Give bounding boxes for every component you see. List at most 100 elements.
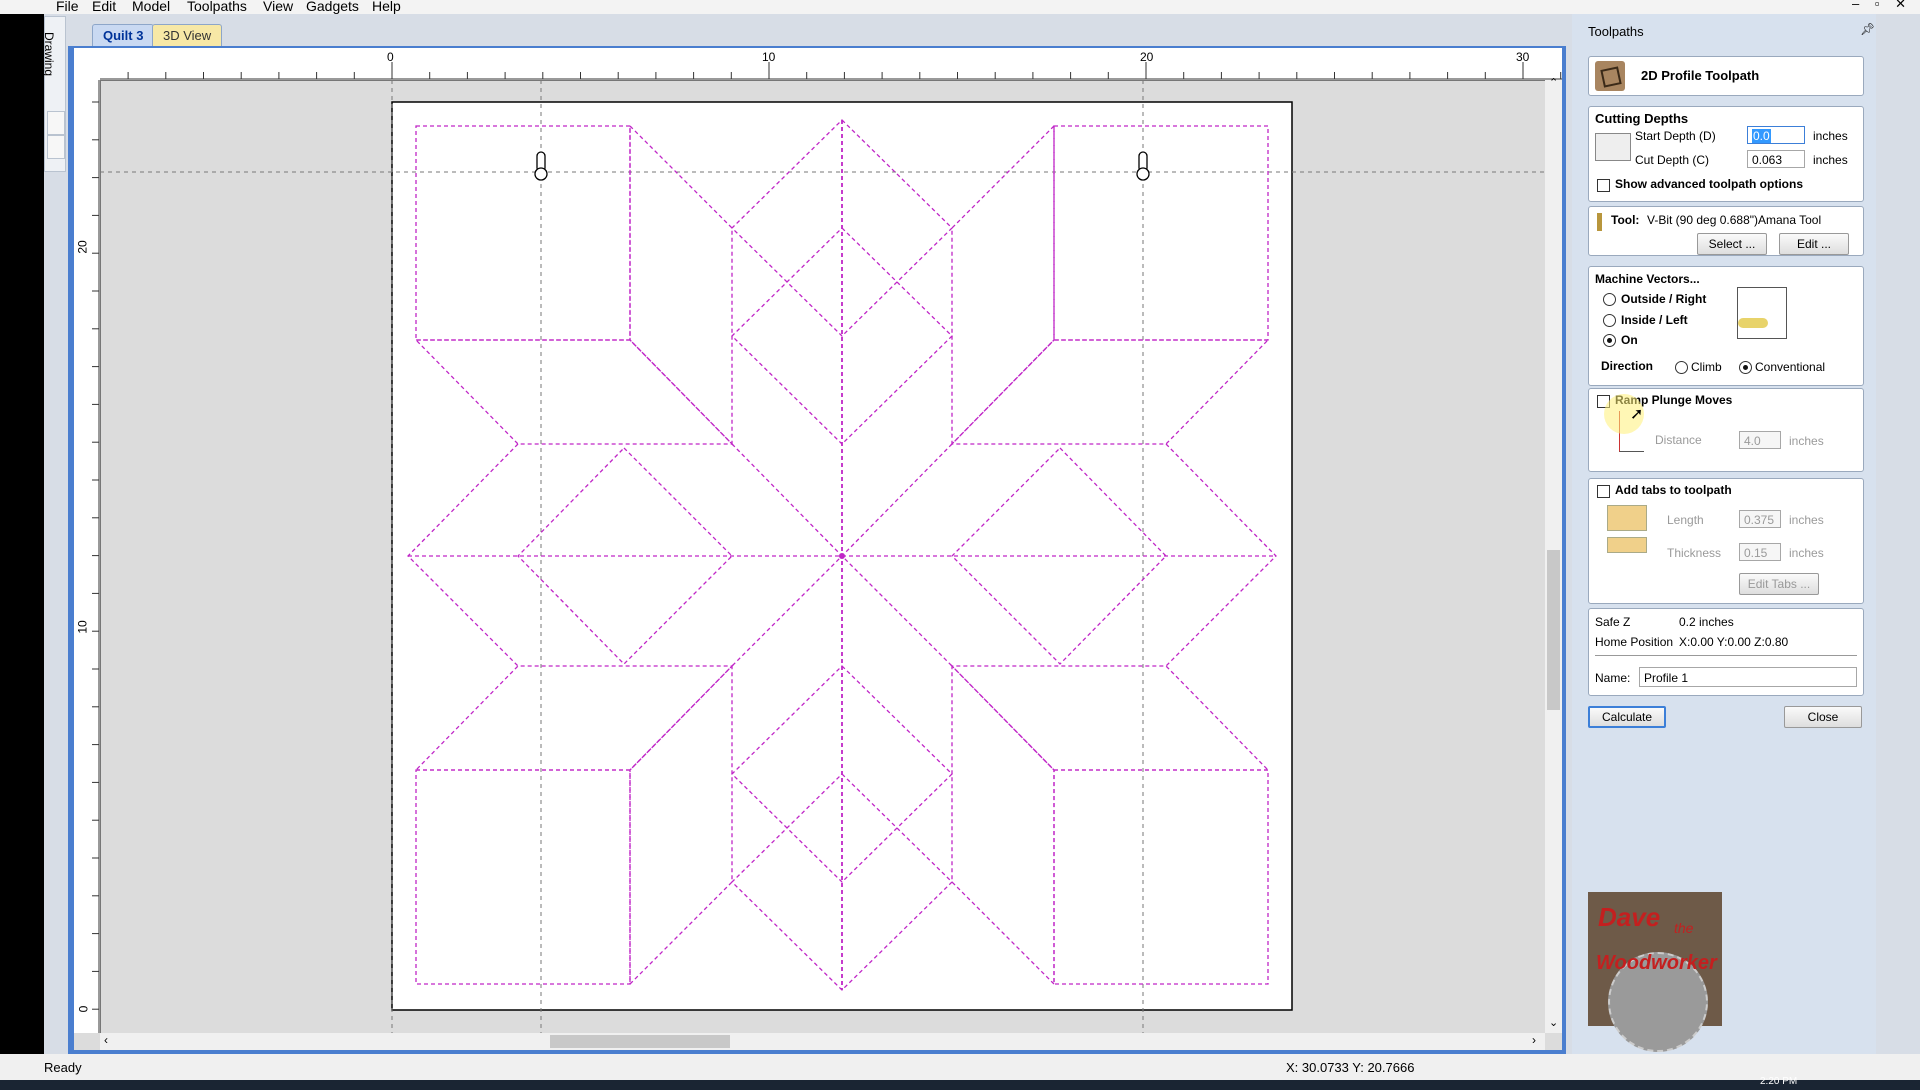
direction-label: Direction xyxy=(1601,359,1654,373)
panel-title: Toolpaths xyxy=(1588,24,1644,39)
tab-thickness-icon xyxy=(1607,537,1647,553)
safe-z-group: Safe Z 0.2 inches Home Position X:0.00 Y… xyxy=(1588,608,1864,696)
tab-thickness-label: Thickness xyxy=(1667,546,1722,560)
vbit-icon xyxy=(1597,213,1602,231)
ramp-distance-units: inches xyxy=(1789,434,1824,448)
channel-logo: Dave the Woodworker xyxy=(1588,892,1722,1052)
quilt-drawing[interactable] xyxy=(100,80,1545,1033)
conventional-label[interactable]: Conventional xyxy=(1755,360,1825,374)
safe-z-label: Safe Z xyxy=(1595,615,1631,629)
keyhole-icon xyxy=(1136,151,1150,181)
on-label[interactable]: On xyxy=(1621,333,1638,347)
ruler-origin-button[interactable] xyxy=(74,48,101,81)
cut-depth-input[interactable]: 0.063 xyxy=(1747,150,1805,168)
toolpath-header: 2D Profile Toolpath xyxy=(1588,56,1864,96)
radio-outside-right[interactable] xyxy=(1603,293,1616,306)
keyhole-icon xyxy=(534,151,548,181)
window-controls[interactable]: – ▫ ✕ xyxy=(1852,0,1912,12)
menu-help[interactable]: Help xyxy=(372,0,401,14)
edit-tool-button[interactable]: Edit ... xyxy=(1779,233,1849,255)
menu-bar: File Edit Model Toolpaths View Gadgets H… xyxy=(0,0,1920,14)
depth-diagram-icon xyxy=(1595,133,1631,161)
tabs-group: Add tabs to toolpath Length 0.375 inches… xyxy=(1588,478,1864,604)
ramp-distance-input[interactable]: 4.0 xyxy=(1739,431,1781,449)
cutting-depths-group: Cutting Depths Start Depth (D) 0.0 inche… xyxy=(1588,106,1864,202)
vertical-scroll-thumb[interactable] xyxy=(1547,550,1560,710)
tool-group: Tool: V-Bit (90 deg 0.688")Amana Tool Se… xyxy=(1588,206,1864,256)
logo-text-the: the xyxy=(1674,920,1694,936)
select-tool-button[interactable]: Select ... xyxy=(1697,233,1767,255)
drawing-tab-label: Drawing xyxy=(42,31,57,77)
machine-vectors-heading: Machine Vectors... xyxy=(1595,272,1700,286)
ruler-label-y0: 0 xyxy=(76,1005,91,1013)
radio-climb[interactable] xyxy=(1675,361,1688,374)
tab-quilt-3[interactable]: Quilt 3 xyxy=(92,24,155,47)
radio-conventional[interactable] xyxy=(1739,361,1752,374)
cutting-depths-heading: Cutting Depths xyxy=(1595,111,1689,126)
tab-length-units: inches xyxy=(1789,513,1824,527)
home-position-label: Home Position xyxy=(1595,635,1674,649)
add-tabs-label[interactable]: Add tabs to toolpath xyxy=(1615,483,1732,497)
cursor-coordinates: X: 30.0733 Y: 20.7666 xyxy=(1286,1060,1415,1075)
pin-icon[interactable]: 📌︎ xyxy=(1860,22,1875,36)
divider xyxy=(1595,655,1857,656)
machine-vectors-group: Machine Vectors... Outside / Right Insid… xyxy=(1588,266,1864,386)
clock: 2:20 PM xyxy=(1760,1076,1798,1087)
advanced-options-label[interactable]: Show advanced toolpath options xyxy=(1615,177,1803,191)
drawing-tab-slot[interactable] xyxy=(47,135,65,159)
menu-edit[interactable]: Edit xyxy=(92,0,116,14)
tab-length-icon xyxy=(1607,505,1647,531)
ruler-label-0: 0 xyxy=(387,50,394,64)
tab-thickness-units: inches xyxy=(1789,546,1824,560)
start-depth-units: inches xyxy=(1813,129,1848,143)
ruler-label-y20: 20 xyxy=(75,240,90,254)
outside-right-label[interactable]: Outside / Right xyxy=(1621,292,1706,306)
name-label: Name: xyxy=(1595,671,1631,685)
home-position-value: X:0.00 Y:0.00 Z:0.80 xyxy=(1679,635,1789,649)
toolpath-name-input[interactable]: Profile 1 xyxy=(1639,667,1857,687)
center-point xyxy=(839,553,845,559)
start-depth-input[interactable]: 0.0 xyxy=(1747,126,1805,144)
profile-toolpath-icon xyxy=(1595,61,1625,91)
left-strip xyxy=(0,14,44,1066)
radio-on[interactable] xyxy=(1603,334,1616,347)
climb-label[interactable]: Climb xyxy=(1691,360,1722,374)
inside-left-label[interactable]: Inside / Left xyxy=(1621,313,1688,327)
tab-3d-view[interactable]: 3D View xyxy=(152,24,223,47)
ruler-top: 0 10 20 30 xyxy=(100,48,1562,81)
safe-z-value: 0.2 inches xyxy=(1679,615,1734,629)
drawing-tab[interactable]: Drawing xyxy=(42,16,66,172)
menu-gadgets[interactable]: Gadgets xyxy=(306,0,359,14)
ramp-distance-label: Distance xyxy=(1655,433,1702,447)
tab-length-input[interactable]: 0.375 xyxy=(1739,510,1781,528)
cut-depth-units: inches xyxy=(1813,153,1848,167)
add-tabs-checkbox[interactable] xyxy=(1597,485,1610,498)
calculate-button[interactable]: Calculate xyxy=(1588,706,1666,728)
tab-length-label: Length xyxy=(1667,513,1704,527)
horizontal-scrollbar[interactable]: ‹ › xyxy=(100,1033,1545,1050)
horizontal-scroll-thumb[interactable] xyxy=(550,1035,730,1048)
vertical-scrollbar[interactable]: ⌃ ⌄ xyxy=(1545,77,1562,1033)
scroll-up-icon[interactable]: ⌃ xyxy=(1549,76,1558,89)
menu-toolpaths[interactable]: Toolpaths xyxy=(187,0,247,14)
advanced-options-checkbox[interactable] xyxy=(1597,179,1610,192)
ruler-label-30: 30 xyxy=(1516,50,1530,64)
tool-label: Tool: xyxy=(1611,213,1640,227)
close-button[interactable]: Close xyxy=(1784,706,1862,728)
scroll-down-icon[interactable]: ⌄ xyxy=(1549,1016,1558,1029)
status-bar: Ready X: 30.0733 Y: 20.7666 xyxy=(0,1054,1920,1080)
ruler-left: 20 10 0 xyxy=(74,80,101,1033)
tool-name: V-Bit (90 deg 0.688")Amana Tool xyxy=(1647,213,1822,227)
scroll-left-icon[interactable]: ‹ xyxy=(104,1033,108,1047)
vector-preview-icon xyxy=(1737,287,1787,339)
edit-tabs-button[interactable]: Edit Tabs ... xyxy=(1739,573,1819,595)
mouse-cursor-icon: ➚ xyxy=(1630,406,1644,423)
radio-inside-left[interactable] xyxy=(1603,314,1616,327)
scroll-right-icon[interactable]: › xyxy=(1532,1033,1536,1047)
toolpath-title: 2D Profile Toolpath xyxy=(1641,68,1760,83)
tab-thickness-input[interactable]: 0.15 xyxy=(1739,543,1781,561)
menu-file[interactable]: File xyxy=(56,0,79,14)
menu-view[interactable]: View xyxy=(263,0,293,14)
drawing-tab-slot[interactable] xyxy=(47,111,65,135)
menu-model[interactable]: Model xyxy=(132,0,170,14)
